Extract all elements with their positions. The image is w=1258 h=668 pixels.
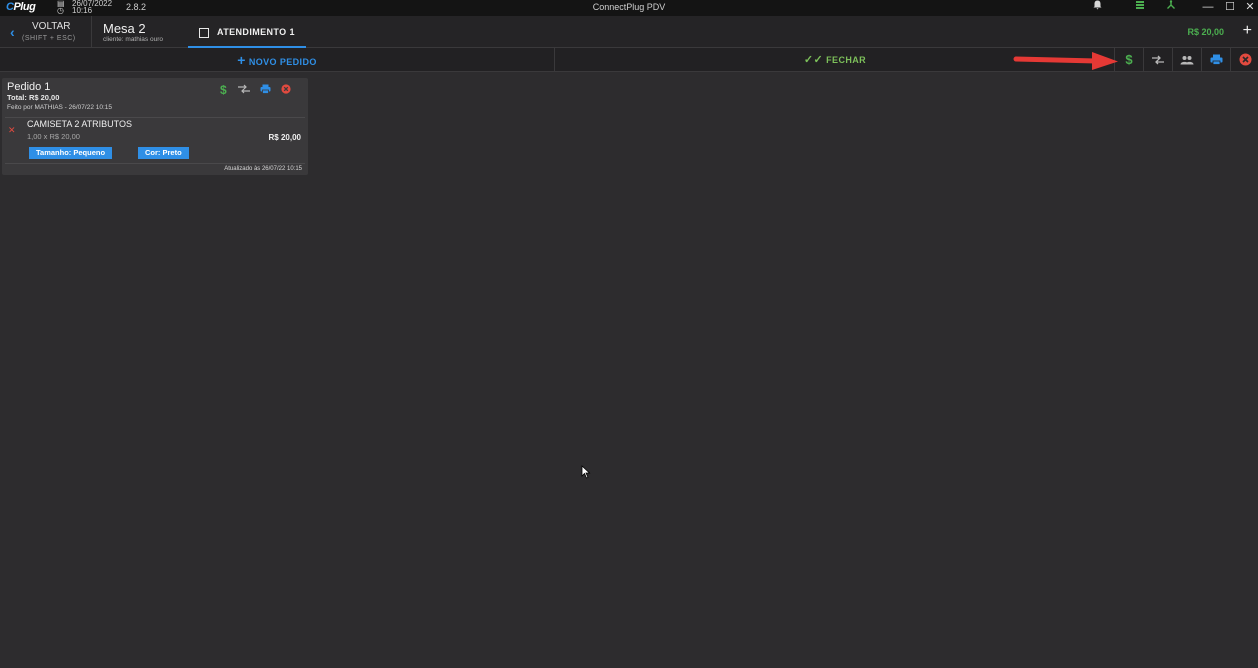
back-label: VOLTAR	[32, 21, 71, 32]
new-order-label: NOVO PEDIDO	[248, 57, 317, 67]
tab-atendimento-1[interactable]: ATENDIMENTO 1	[188, 16, 306, 48]
network-icon[interactable]	[1162, 0, 1180, 16]
session-total: R$ 20,00	[1187, 27, 1224, 37]
transfer-icon[interactable]	[237, 84, 251, 97]
print-icon	[1210, 51, 1223, 68]
divider	[5, 163, 305, 164]
print-icon[interactable]	[260, 84, 271, 97]
item-price: R$ 20,00	[268, 133, 301, 142]
transfer-icon	[1151, 51, 1165, 68]
order-title: Pedido 1	[7, 81, 51, 93]
divider	[5, 117, 305, 118]
mouse-cursor-icon	[581, 465, 591, 479]
new-order-button[interactable]: + NOVO PEDIDO	[0, 48, 555, 72]
item-name: CAMISETA 2 ATRIBUTOS	[27, 119, 133, 129]
cancel-button[interactable]	[1230, 48, 1258, 72]
cancel-icon	[1239, 51, 1252, 68]
client-name: cliente: mathias ouro	[103, 36, 163, 43]
order-actions: $	[220, 84, 300, 98]
server-icon[interactable]	[1131, 0, 1149, 16]
order-card[interactable]: Pedido 1 Total: R$ 20,00 Feito por MATHI…	[2, 78, 308, 175]
table-name: Mesa 2	[103, 21, 146, 36]
attribute-badge: Cor: Preto	[138, 147, 189, 159]
window-title: ConnectPlug PDV	[592, 2, 666, 12]
back-button[interactable]: ‹ VOLTAR (SHIFT + ESC)	[0, 16, 92, 48]
print-button[interactable]	[1201, 48, 1230, 72]
attribute-badge: Tamanho: Pequeno	[29, 147, 113, 159]
order-total: Total: R$ 20,00	[7, 93, 60, 102]
remove-item-icon[interactable]: ✕	[8, 125, 16, 136]
back-shortcut-hint: (SHIFT + ESC)	[22, 35, 76, 42]
tab-checkbox[interactable]	[199, 28, 209, 38]
close-window-icon[interactable]: ✕	[1241, 0, 1258, 16]
transfer-button[interactable]	[1143, 48, 1172, 72]
chevron-left-icon: ‹	[10, 24, 15, 40]
header-bar: ‹ VOLTAR (SHIFT + ESC) Mesa 2 cliente: m…	[0, 16, 1258, 48]
dollar-icon[interactable]: $	[220, 84, 227, 96]
annotation-arrow-icon	[1013, 52, 1118, 70]
plus-icon: +	[237, 52, 246, 68]
customers-button[interactable]	[1172, 48, 1201, 72]
maximize-icon[interactable]: ☐	[1221, 0, 1239, 16]
order-updated: Atualizado às 26/07/22 10:15	[224, 166, 302, 172]
close-label: FECHAR	[826, 55, 867, 65]
tab-label: ATENDIMENTO 1	[217, 27, 295, 37]
minimize-icon[interactable]: —	[1199, 0, 1217, 16]
add-tab-button[interactable]: +	[1243, 22, 1252, 40]
bell-icon[interactable]	[1088, 0, 1106, 16]
people-icon	[1180, 51, 1194, 68]
dollar-icon: $	[1125, 52, 1133, 67]
item-quantity: 1,00 x R$ 20,00	[27, 132, 80, 141]
order-author: Feito por MATHIAS - 26/07/22 10:15	[7, 104, 113, 111]
cancel-order-icon[interactable]	[281, 84, 291, 97]
title-bar: CPlug ▤ ◷ 26/07/2022 10:16 2.8.2 Connect…	[0, 0, 1258, 16]
double-check-icon: ✓✓	[803, 54, 824, 66]
